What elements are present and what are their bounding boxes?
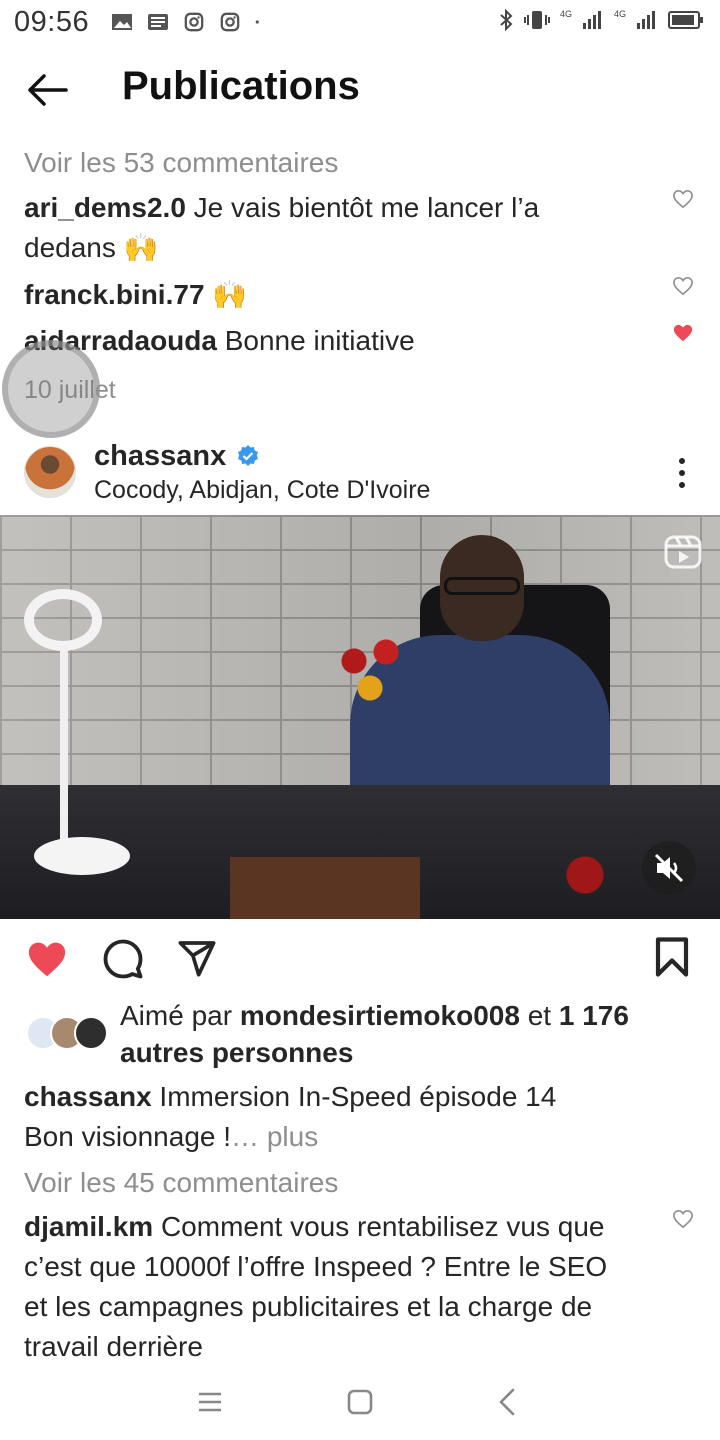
comment-text: Je vais bientôt me lancer l’a [185,192,540,223]
heart-outline-icon[interactable] [672,1209,694,1229]
header: Publications [0,44,720,134]
network-type-2: 4G [613,9,626,19]
comment-text-continued: et les campagnes publicitaires et la cha… [24,1291,593,1322]
signal-icon [637,11,655,29]
bookmark-icon[interactable] [654,936,690,978]
liker-username[interactable]: mondesirtiemoko008 [240,1000,520,1031]
comment-text-continued: dedans 🙌 [24,232,159,263]
status-bar: 09:56 4G 4G [0,0,720,44]
caption-more-link[interactable]: … plus [231,1121,318,1152]
caption-text: Immersion In-Speed épisode 14 [151,1081,557,1112]
vibrate-icon [523,11,550,29]
heart-outline-icon[interactable] [672,276,694,296]
caption-username[interactable]: chassanx [24,1081,152,1112]
news-icon [148,14,169,30]
lamp-image [24,589,102,651]
instagram-icon [184,12,204,32]
touch-indicator [2,340,100,438]
comment-bubble-icon[interactable] [102,938,144,980]
menu-icon[interactable] [190,1382,230,1422]
verified-badge-icon [238,445,258,466]
comment-row: ari_dems2.0 Je vais bientôt me lancer l’… [24,188,539,228]
speaker-muted-icon [654,853,684,883]
status-time: 09:56 [14,5,90,38]
comment-text: Bonne initiative [216,325,415,356]
network-type-1: 4G [559,9,572,19]
bluetooth-icon [500,8,513,32]
gallery-icon [112,14,133,30]
more-options-icon[interactable] [668,456,696,490]
mute-button[interactable] [642,841,696,895]
like-button-heart-icon[interactable] [26,940,68,978]
comment-username[interactable]: franck.bini.77 [24,279,205,310]
comment-username[interactable]: djamil.km [24,1211,153,1242]
comment-row: franck.bini.77 🙌 [24,275,247,315]
comment-row: djamil.km Comment vous rentabilisez vus … [24,1207,605,1247]
instagram-icon [220,12,240,32]
likes-count: 1 176 [558,1000,629,1031]
likes-line-2[interactable]: autres personnes [120,1033,353,1073]
comment-text-continued: travail derrière [24,1331,203,1362]
view-comments-link[interactable]: Voir les 45 commentaires [24,1163,338,1203]
post-location[interactable]: Cocody, Abidjan, Cote D'Ivoire [94,470,430,510]
home-square-icon[interactable] [340,1382,380,1422]
caption-line-2: Bon visionnage !… plus [24,1121,319,1152]
reels-icon[interactable] [664,533,702,571]
battery-icon [668,11,703,29]
view-comments-link[interactable]: Voir les 53 commentaires [24,143,338,183]
back-chevron-icon[interactable] [488,1382,528,1422]
avatar [74,1016,108,1050]
comment-text-continued: c’est que 10000f l’offre Inspeed ? Entre… [24,1251,608,1282]
avatar[interactable] [24,446,76,498]
comment-username[interactable]: ari_dems2.0 [24,192,186,223]
comment-text: Comment vous rentabilisez vus que [153,1211,605,1242]
page-title: Publications [122,64,360,108]
dot-icon [255,20,259,24]
heart-outline-icon[interactable] [672,189,694,209]
signal-icon [582,11,601,29]
share-paper-plane-icon[interactable] [176,938,218,978]
post-video[interactable] [0,515,720,919]
likes-line-1[interactable]: Aimé par mondesirtiemoko008 et 1 176 [120,996,629,1036]
heart-filled-icon[interactable] [672,323,694,343]
arrow-left-icon[interactable] [24,70,70,110]
system-nav-bar [0,1366,720,1440]
comment-text: 🙌 [204,279,248,310]
caption: chassanx Immersion In-Speed épisode 14 [24,1077,556,1117]
liker-avatars[interactable] [26,1016,110,1050]
